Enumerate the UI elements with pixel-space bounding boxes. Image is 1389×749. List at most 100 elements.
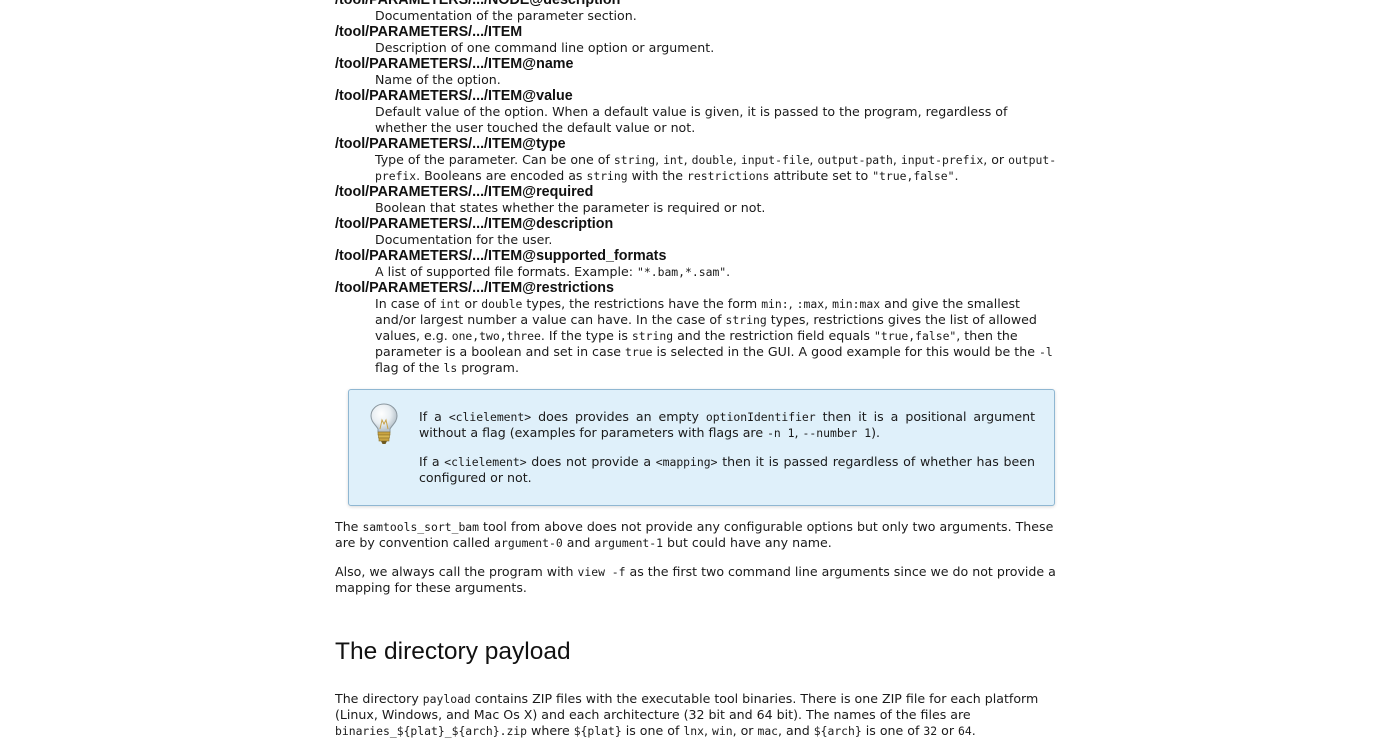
inline-code: <clielement> <box>444 455 527 469</box>
inline-code: 64 <box>958 724 972 738</box>
note-paragraph: If a <clielement> does not provide a <ma… <box>419 454 1035 486</box>
text-run: does provides an empty <box>531 409 706 424</box>
inline-code: mac <box>757 724 779 738</box>
inline-code: double <box>691 153 733 167</box>
text-run: A list of supported file formats. Exampl… <box>375 264 638 279</box>
inline-code: argument-1 <box>594 536 663 550</box>
def-desc: In case of int or double types, the rest… <box>375 296 1060 376</box>
inline-code: binaries_${plat}_${arch}.zip <box>335 724 528 738</box>
lightbulb-icon <box>370 403 398 444</box>
text-run: is one of <box>861 723 924 738</box>
def-desc: Boolean that states whether the paramete… <box>375 200 766 215</box>
inline-code: input-file <box>740 153 810 167</box>
inline-code: -n 1 <box>767 426 795 440</box>
body-paragraph: The samtools_sort_bam tool from above do… <box>335 519 1070 551</box>
text-run: is selected in the GUI. A good example f… <box>652 344 1039 359</box>
def-desc: Name of the option. <box>375 72 501 87</box>
inline-code: "true,false" <box>872 169 955 183</box>
text-run: or <box>937 723 959 738</box>
def-desc: Default value of the option. When a defa… <box>375 104 1008 135</box>
inline-code: string <box>613 153 656 167</box>
inline-code: ${plat} <box>573 724 622 738</box>
text-run: , <box>788 296 797 311</box>
body-paragraph: The directory payload contains ZIP files… <box>335 691 1070 739</box>
inline-code: string <box>631 329 674 343</box>
document-content: /tool/PARAMETERS/.../NODE@description Do… <box>335 0 1070 739</box>
text-run: . <box>971 723 976 738</box>
inline-code: ls <box>443 361 458 375</box>
inline-code: <clielement> <box>448 410 532 424</box>
inline-code: ${arch} <box>813 724 862 738</box>
text-run: The <box>335 519 363 534</box>
text-run: , or <box>983 152 1009 167</box>
text-run: , <box>824 296 833 311</box>
text-run: . <box>726 264 731 279</box>
def-term: /tool/PARAMETERS/.../ITEM@value <box>335 88 573 104</box>
inline-code: min:max <box>832 297 881 311</box>
inline-code: output-path <box>817 153 893 167</box>
body-paragraph: Also, we always call the program with vi… <box>335 564 1070 596</box>
text-run: with the <box>627 168 688 183</box>
inline-code: string <box>725 313 767 327</box>
text-run: attribute set to <box>769 168 873 183</box>
text-run: In case of <box>375 296 440 311</box>
text-run: , or <box>732 723 758 738</box>
text-run: and the restriction field equals <box>673 328 874 343</box>
inline-code: payload <box>422 692 471 706</box>
def-term: /tool/PARAMETERS/.../ITEM@description <box>335 216 614 232</box>
text-run: and <box>562 535 595 550</box>
inline-code: "true,false" <box>874 329 957 343</box>
text-run: program. <box>457 360 519 375</box>
text-run: , <box>683 152 692 167</box>
inline-code: samtools_sort_bam <box>362 520 480 534</box>
text-run: . Booleans are encoded as <box>416 168 587 183</box>
document-page: /tool/PARAMETERS/.../NODE@description Do… <box>0 0 1389 749</box>
text-run: does not provide a <box>526 454 656 469</box>
inline-code: optionIdentifier <box>705 410 816 424</box>
inline-code: <mapping> <box>655 455 718 469</box>
def-term: /tool/PARAMETERS/.../ITEM@required <box>335 184 594 200</box>
parameter-definition-list: /tool/PARAMETERS/.../NODE@description Do… <box>335 0 1070 376</box>
def-desc: Description of one command line option o… <box>375 40 715 55</box>
text-run: types, the restrictions have the form <box>522 296 762 311</box>
def-desc: Type of the parameter. Can be one of str… <box>375 152 1060 184</box>
tip-note-box: If a <clielement> does provides an empty… <box>348 389 1055 506</box>
inline-code: --number 1 <box>802 426 872 440</box>
inline-code: int <box>663 153 684 167</box>
inline-code: lnx <box>683 724 704 738</box>
def-desc: A list of supported file formats. Exampl… <box>375 264 1060 280</box>
text-run: is one of <box>621 723 684 738</box>
inline-code: restrictions <box>687 169 770 183</box>
text-run: , <box>655 152 664 167</box>
inline-code: min: <box>761 297 789 311</box>
text-run: where <box>527 723 574 738</box>
text-run: . If the type is <box>540 328 632 343</box>
text-run: If a <box>419 409 449 424</box>
text-run: , <box>703 723 712 738</box>
text-run: Type of the parameter. Can be one of <box>375 152 614 167</box>
inline-code: input-prefix <box>900 153 984 167</box>
def-term: /tool/PARAMETERS/.../ITEM@restrictions <box>335 280 614 296</box>
text-run: but could have any name. <box>663 535 832 550</box>
inline-code: "*.bam,*.sam" <box>637 265 727 279</box>
inline-code: argument-0 <box>494 536 563 550</box>
text-run: or <box>460 296 482 311</box>
text-run: flag of the <box>375 360 444 375</box>
inline-code: win <box>711 724 733 738</box>
def-term: /tool/PARAMETERS/.../ITEM <box>335 24 523 40</box>
def-term: /tool/PARAMETERS/.../ITEM@name <box>335 56 574 72</box>
def-term: /tool/PARAMETERS/.../ITEM@supported_form… <box>335 248 667 264</box>
text-run: ). <box>871 425 881 440</box>
text-run: The directory <box>335 691 423 706</box>
inline-code: :max <box>796 297 825 311</box>
note-paragraph: If a <clielement> does provides an empty… <box>419 409 1035 441</box>
text-run: , <box>892 152 901 167</box>
inline-code: string <box>586 169 628 183</box>
text-run: , <box>732 152 741 167</box>
text-run: If a <box>419 454 445 469</box>
text-run: . <box>954 168 959 183</box>
inline-code: int <box>439 297 461 311</box>
